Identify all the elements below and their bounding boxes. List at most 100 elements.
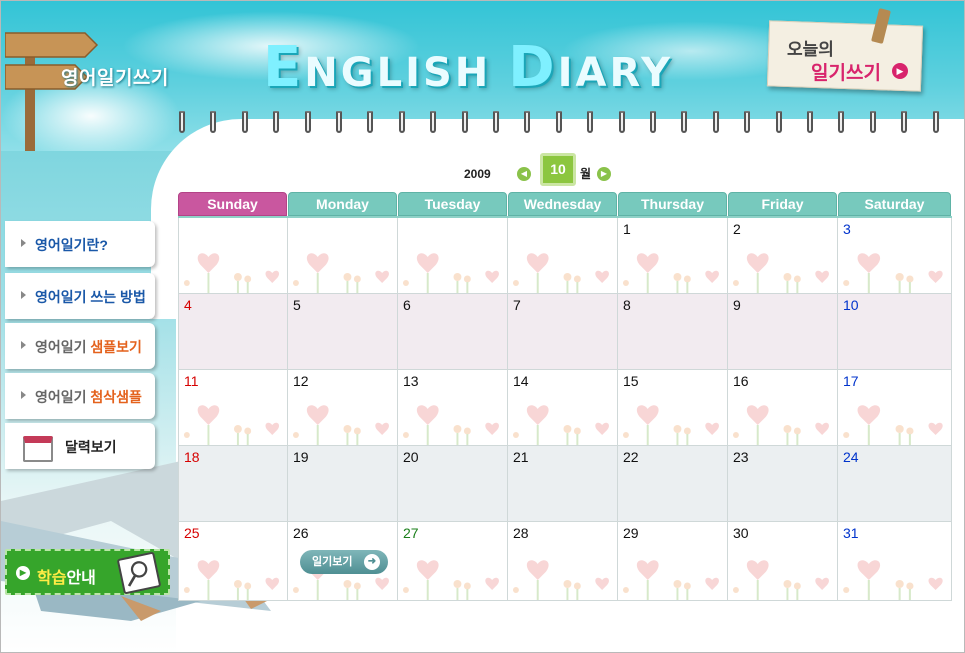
- calendar-grid: Sunday Monday Tuesday Wednesday Thursday Frid…: [178, 192, 952, 601]
- calendar-day-cell[interactable]: 3: [838, 218, 952, 294]
- weekday-thursday: Thursday: [618, 192, 727, 216]
- calendar-day-cell[interactable]: 16: [728, 370, 838, 446]
- heart-flower-decoration: [843, 405, 943, 445]
- day-number: 17: [843, 373, 859, 389]
- chevron-right-icon: [21, 239, 26, 247]
- calendar-day-cell[interactable]: 12: [288, 370, 398, 446]
- calendar-day-cell[interactable]: 23: [728, 446, 838, 522]
- calendar-day-cell[interactable]: 25: [178, 522, 288, 601]
- day-number: 24: [843, 449, 859, 465]
- heart-flower-decoration: [402, 560, 499, 600]
- spiral-ring-icon: [744, 111, 751, 133]
- calendar-day-cell[interactable]: 30: [728, 522, 838, 601]
- calendar-day-cell[interactable]: 18: [178, 446, 288, 522]
- day-number: 20: [403, 449, 419, 465]
- day-number: 18: [184, 449, 200, 465]
- spiral-ring-icon: [461, 111, 468, 133]
- day-number: 5: [293, 297, 301, 313]
- day-number: 30: [733, 525, 749, 541]
- day-number: 12: [293, 373, 309, 389]
- calendar-day-cell[interactable]: 8: [618, 294, 728, 370]
- spiral-ring-icon: [681, 111, 688, 133]
- calendar-day-cell[interactable]: 29: [618, 522, 728, 601]
- app-window: 영어일기쓰기 ENGLISH DIARY 오늘의 일기쓰기 ▶ 영어일기란? 영…: [0, 0, 965, 653]
- today-card-line2[interactable]: 일기쓰기: [811, 58, 881, 85]
- calendar-day-cell[interactable]: 2: [728, 218, 838, 294]
- spiral-ring-icon: [179, 111, 185, 133]
- spiral-ring-icon: [493, 111, 499, 133]
- calendar-day-cell[interactable]: 5: [288, 294, 398, 370]
- spiral-ring-icon: [524, 111, 531, 133]
- calendar-day-cell[interactable]: 31: [838, 522, 952, 601]
- spiral-ring-icon: [869, 111, 876, 133]
- sidebar-item-view-samples[interactable]: 영어일기 샘플보기: [5, 323, 155, 369]
- english-diary-logo: ENGLISH DIARY: [263, 35, 674, 100]
- calendar-day-cell[interactable]: 6: [398, 294, 508, 370]
- day-number: 16: [733, 373, 749, 389]
- study-guide-button[interactable]: ▶ 학습안내: [5, 549, 170, 595]
- calendar-day-cell[interactable]: 27: [398, 522, 508, 601]
- heart-flower-decoration: [622, 560, 719, 600]
- calendar-day-cell[interactable]: 20: [398, 446, 508, 522]
- heart-flower-decoration: [512, 405, 609, 445]
- view-diary-button[interactable]: 일기보기 ➜: [300, 550, 388, 574]
- calendar-day-cell[interactable]: 22: [618, 446, 728, 522]
- study-guide-accent: 학습: [37, 570, 67, 587]
- heart-flower-decoration: [622, 405, 719, 445]
- heart-flower-decoration: [512, 253, 609, 293]
- calendar-day-cell[interactable]: 11: [178, 370, 288, 446]
- play-icon: ▶: [16, 566, 30, 580]
- calendar-day-cell[interactable]: 13: [398, 370, 508, 446]
- heart-flower-decoration: [292, 405, 389, 445]
- heart-flower-decoration: [402, 253, 499, 293]
- calendar-day-cell[interactable]: 4: [178, 294, 288, 370]
- calendar-day-cell[interactable]: 9: [728, 294, 838, 370]
- sidebar-item-correction-samples[interactable]: 영어일기 첨삭샘플: [5, 373, 155, 419]
- calendar-day-cell[interactable]: 19: [288, 446, 398, 522]
- day-number: 21: [513, 449, 529, 465]
- day-number: 14: [513, 373, 529, 389]
- spiral-ring-icon: [807, 111, 813, 133]
- next-month-icon[interactable]: ▶: [597, 167, 611, 181]
- day-number: 23: [733, 449, 749, 465]
- calendar-day-cell[interactable]: 17: [838, 370, 952, 446]
- chevron-right-icon: [21, 291, 26, 299]
- calendar-day-cell[interactable]: 7: [508, 294, 618, 370]
- spiral-ring-icon: [430, 111, 437, 133]
- heart-flower-decoration: [732, 405, 829, 445]
- calendar-empty-cell: [178, 218, 288, 294]
- sidebar-item-label: 영어일기란?: [35, 237, 108, 253]
- day-number: 7: [513, 297, 521, 313]
- today-card-line1[interactable]: 오늘의: [787, 35, 834, 60]
- prev-month-icon[interactable]: ◀: [517, 167, 531, 181]
- heart-flower-decoration: [843, 560, 943, 600]
- view-diary-label: 일기보기: [312, 556, 353, 568]
- calendar-day-cell[interactable]: 24: [838, 446, 952, 522]
- calendar-day-cell[interactable]: 1: [618, 218, 728, 294]
- day-number: 27: [403, 525, 419, 541]
- calendar-day-cell[interactable]: 21: [508, 446, 618, 522]
- calendar-body: 1 2 3 4 5 6 7 8 9 10 11 12 13 14 15 16 17 18 19 20 21 22 23 24 2…: [178, 216, 952, 601]
- heart-flower-decoration: [183, 405, 280, 445]
- sidebar-item-what-is-diary[interactable]: 영어일기란?: [5, 221, 155, 267]
- day-number: 29: [623, 525, 639, 541]
- chevron-right-icon: [21, 391, 26, 399]
- sidebar-item-how-to-write[interactable]: 영어일기 쓰는 방법: [5, 273, 155, 319]
- weekday-tuesday: Tuesday: [398, 192, 507, 216]
- calendar-day-cell[interactable]: 14: [508, 370, 618, 446]
- arrow-right-icon: ➜: [364, 554, 380, 570]
- spiral-ring-icon: [336, 111, 342, 133]
- day-number: 8: [623, 297, 631, 313]
- spiral-binding: [171, 111, 961, 137]
- day-number: 19: [293, 449, 309, 465]
- heart-flower-decoration: [292, 253, 389, 293]
- calendar-day-cell[interactable]: 10: [838, 294, 952, 370]
- spiral-ring-icon: [555, 111, 562, 133]
- calendar-day-cell[interactable]: 15: [618, 370, 728, 446]
- heart-flower-decoration: [183, 560, 280, 600]
- sidebar-item-view-calendar[interactable]: 달력보기: [5, 423, 155, 469]
- calendar-empty-cell: [398, 218, 508, 294]
- play-icon[interactable]: ▶: [892, 63, 908, 79]
- calendar-day-cell[interactable]: 28: [508, 522, 618, 601]
- sidebar-item-label: 영어일기: [35, 389, 91, 405]
